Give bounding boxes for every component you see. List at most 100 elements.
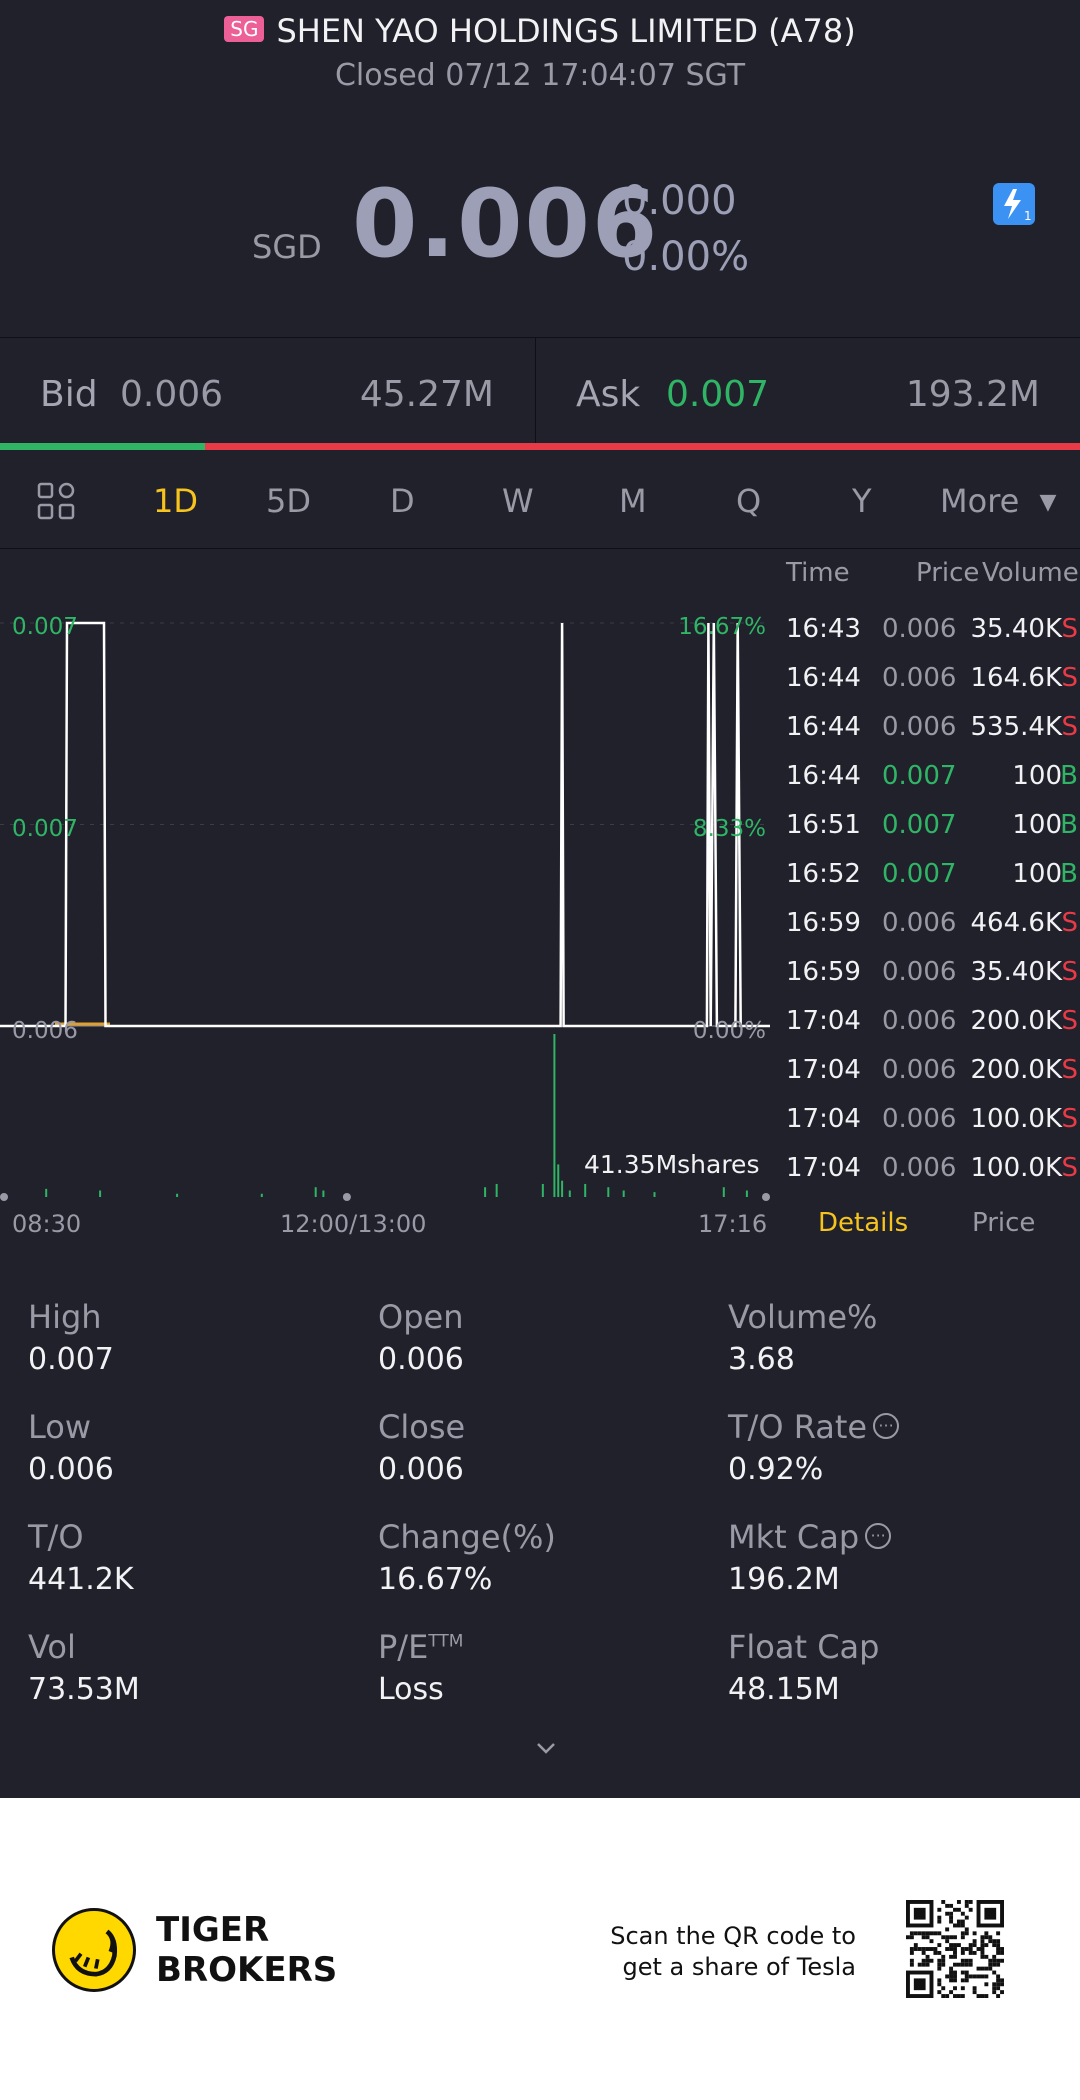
tick-volume: 200.0K	[970, 1055, 1062, 1085]
qr-module	[972, 1986, 977, 1991]
low-label: Low	[28, 1408, 92, 1446]
ticks-header-time: Time	[786, 558, 850, 588]
tick-side: S	[1061, 1104, 1078, 1134]
qr-module	[937, 1950, 942, 1955]
qr-module	[945, 1927, 950, 1932]
qr-module	[949, 1943, 954, 1948]
qr-module	[925, 1947, 930, 1951]
qr-module	[960, 1950, 965, 1955]
tab-5d[interactable]: 5D	[266, 482, 311, 520]
qr-module	[984, 1994, 989, 1998]
qr-module	[984, 1935, 989, 1940]
tick-row: 16:44 0.007 100 B	[780, 761, 1080, 801]
y-label-right-mid: 8.33%	[692, 816, 766, 842]
qr-module	[945, 1994, 950, 1998]
y-label-left-top: 0.007	[12, 614, 78, 640]
tick-price: 0.006	[882, 1104, 957, 1134]
qr-module	[972, 1931, 977, 1936]
tick-volume: 164.6K	[970, 663, 1062, 693]
qr-module	[921, 1935, 926, 1940]
qr-module	[909, 1935, 914, 1940]
qr-module	[968, 1958, 973, 1963]
tick-price: 0.007	[882, 761, 957, 791]
y-label-right-bottom: 0.00%	[692, 1018, 766, 1044]
tick-price: 0.006	[882, 614, 957, 644]
qr-module	[945, 1911, 950, 1916]
flash-badge-count: 1	[1024, 209, 1032, 223]
tab-y[interactable]: Y	[852, 482, 872, 520]
tick-side: B	[1060, 761, 1078, 791]
qr-module	[976, 1994, 981, 1998]
qr-module	[956, 1994, 961, 1998]
qr-module	[964, 1915, 969, 1920]
qr-module	[964, 1970, 969, 1975]
qr-module	[949, 1903, 954, 1908]
ask-label: Ask	[576, 374, 641, 415]
tick-time: 16:52	[786, 859, 861, 889]
qr-module	[937, 1982, 942, 1987]
qr-module	[968, 1900, 973, 1904]
tick-price: 0.006	[882, 1153, 957, 1183]
lightning-icon[interactable]: 1	[993, 183, 1035, 225]
chevron-down-icon[interactable]	[536, 1738, 556, 1758]
qr-module	[996, 1994, 1001, 1998]
intraday-chart[interactable]	[0, 555, 780, 1215]
tick-time: 17:04	[786, 1153, 861, 1183]
qr-module	[996, 1978, 1001, 1983]
qr-module	[917, 1962, 922, 1967]
qr-module	[996, 1943, 1001, 1948]
volume-pct-value: 3.68	[728, 1342, 795, 1377]
qr-module	[956, 1907, 961, 1912]
tick-volume: 535.4K	[970, 712, 1062, 742]
tick-time: 16:44	[786, 761, 861, 791]
qr-module	[933, 1947, 938, 1951]
ask-price: 0.007	[666, 374, 770, 415]
tab-q[interactable]: Q	[736, 482, 761, 520]
info-icon[interactable]: ···	[865, 1523, 892, 1549]
qr-module	[968, 1907, 973, 1912]
tab-details[interactable]: Details	[818, 1208, 908, 1238]
qr-module	[980, 1994, 985, 1998]
info-icon[interactable]: ···	[873, 1413, 900, 1439]
tick-volume: 100	[1012, 810, 1062, 840]
x-axis-dot	[762, 1193, 770, 1201]
tab-1d[interactable]: 1D	[153, 482, 198, 520]
qr-module	[953, 1970, 957, 1975]
volume-pct-label: Volume%	[728, 1298, 878, 1336]
qr-module	[1000, 1947, 1004, 1951]
qr-module	[996, 1950, 1001, 1955]
qr-module	[953, 1962, 957, 1967]
tab-price[interactable]: Price	[972, 1208, 1035, 1238]
caret-down-icon: ▼	[1039, 490, 1057, 515]
tick-volume: 35.40K	[970, 614, 1062, 644]
layout-grid-icon[interactable]	[36, 481, 76, 521]
qr-module	[953, 1923, 957, 1928]
qr-module	[941, 1935, 946, 1940]
qr-module	[925, 1935, 930, 1940]
qr-module	[941, 1900, 946, 1904]
qr-module	[964, 1962, 969, 1967]
qr-module	[960, 1994, 965, 1998]
tab-m[interactable]: M	[619, 482, 647, 520]
tick-row: 17:04 0.006 100.0K S	[780, 1153, 1080, 1193]
qr-module	[929, 1947, 934, 1951]
stock-title: SG SHEN YAO HOLDINGS LIMITED (A78)	[0, 12, 1080, 50]
tab-d[interactable]: D	[390, 482, 415, 520]
qr-module	[906, 1935, 910, 1940]
qr-module	[996, 1962, 1001, 1967]
qr-module	[941, 1986, 946, 1991]
qr-module	[964, 1903, 969, 1908]
qr-module	[996, 1974, 1001, 1979]
tab-more[interactable]: More ▼	[940, 482, 1056, 520]
qr-module	[921, 1950, 926, 1955]
qr-module	[937, 1990, 942, 1995]
float-cap-label: Float Cap	[728, 1628, 880, 1666]
qr-module	[909, 1950, 914, 1955]
qr-module	[937, 1915, 942, 1920]
tab-w[interactable]: W	[502, 482, 534, 520]
ask-ratio-bar	[205, 443, 1080, 450]
tick-price: 0.007	[882, 810, 957, 840]
qr-module	[933, 1931, 938, 1936]
tick-volume: 464.6K	[970, 908, 1062, 938]
qr-module	[953, 1974, 957, 1979]
